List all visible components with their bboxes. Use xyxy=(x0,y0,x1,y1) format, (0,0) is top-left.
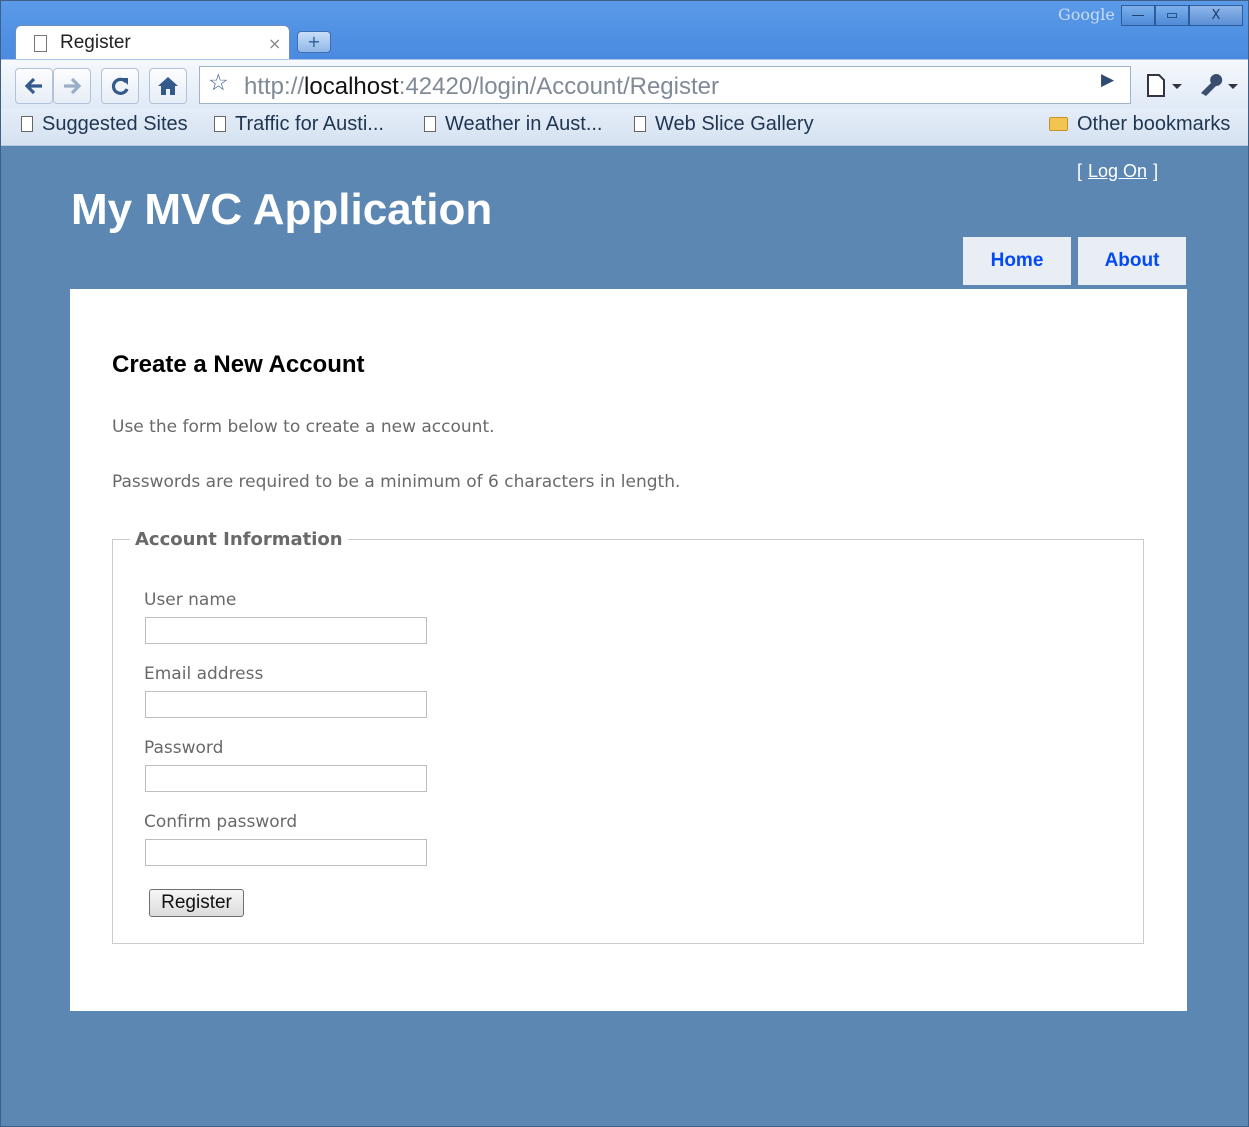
main-content: Create a New Account Use the form below … xyxy=(70,289,1187,1011)
url-path: :42420/login/Account/Register xyxy=(398,73,719,100)
browser-toolbar: ☆ http://localhost:42420/login/Account/R… xyxy=(1,59,1248,110)
tab-title: Register xyxy=(60,32,131,53)
password-rule-text: Passwords are required to be a minimum o… xyxy=(112,472,681,492)
bookmarks-bar: Suggested Sites Traffic for Austi... Wea… xyxy=(1,109,1248,146)
bracket-open: [ xyxy=(1077,161,1083,181)
bookmark-traffic[interactable]: Traffic for Austi... xyxy=(214,113,384,136)
username-input[interactable] xyxy=(145,617,427,644)
star-icon[interactable]: ☆ xyxy=(208,70,229,96)
url-text: http://localhost:42420/login/Account/Reg… xyxy=(244,73,719,101)
site-title: My MVC Application xyxy=(71,185,493,234)
password-label: Password xyxy=(144,738,224,758)
go-icon[interactable]: ▶ xyxy=(1101,70,1114,90)
page-icon xyxy=(21,116,33,132)
nav-home[interactable]: Home xyxy=(963,237,1071,285)
bookmark-label: Other bookmarks xyxy=(1077,113,1231,135)
url-host: localhost xyxy=(304,73,399,100)
log-on-link[interactable]: Log On xyxy=(1088,161,1147,181)
close-window-button[interactable]: X xyxy=(1189,5,1243,26)
url-scheme: http:// xyxy=(244,73,305,100)
page-icon xyxy=(214,116,226,132)
nav-about[interactable]: About xyxy=(1078,237,1186,285)
bookmark-label: Suggested Sites xyxy=(42,113,188,135)
bracket-close: ] xyxy=(1153,161,1159,181)
reload-icon[interactable] xyxy=(101,68,139,104)
page-icon xyxy=(34,35,47,52)
address-bar[interactable]: ☆ http://localhost:42420/login/Account/R… xyxy=(199,66,1131,104)
page-icon xyxy=(424,116,436,132)
page-icon xyxy=(634,116,646,132)
bookmark-label: Weather in Aust... xyxy=(445,113,603,135)
bookmark-weather[interactable]: Weather in Aust... xyxy=(424,113,603,136)
google-brand: Google xyxy=(1058,5,1115,24)
page-heading: Create a New Account xyxy=(112,351,365,378)
bookmark-label: Traffic for Austi... xyxy=(235,113,384,135)
account-info-fieldset: Account Information User name Email addr… xyxy=(112,529,1144,944)
other-bookmarks[interactable]: Other bookmarks xyxy=(1049,113,1230,136)
wrench-icon[interactable] xyxy=(1197,73,1241,103)
restore-button[interactable]: ▭ xyxy=(1155,5,1189,26)
bookmark-suggested-sites[interactable]: Suggested Sites xyxy=(21,113,188,136)
bookmark-web-slice-gallery[interactable]: Web Slice Gallery xyxy=(634,113,814,136)
intro-text: Use the form below to create a new accou… xyxy=(112,417,495,437)
browser-window: Google — ▭ X Register × + ☆ http://local… xyxy=(0,0,1249,1127)
login-display: [Log On] xyxy=(1077,161,1158,182)
home-icon[interactable] xyxy=(149,68,187,104)
tab-register[interactable]: Register × xyxy=(15,25,290,61)
confirm-password-label: Confirm password xyxy=(144,812,298,832)
email-label: Email address xyxy=(144,664,264,684)
page-menu-icon[interactable] xyxy=(1145,73,1185,103)
new-tab-button[interactable]: + xyxy=(297,31,331,53)
forward-icon[interactable] xyxy=(53,68,91,104)
title-bar: Google — ▭ X Register × + xyxy=(1,1,1248,61)
tab-close-icon[interactable]: × xyxy=(268,34,281,53)
confirm-password-input[interactable] xyxy=(145,839,427,866)
bookmark-label: Web Slice Gallery xyxy=(655,113,814,135)
register-button[interactable]: Register xyxy=(149,889,244,917)
email-input[interactable] xyxy=(145,691,427,718)
minimize-button[interactable]: — xyxy=(1121,5,1155,26)
fieldset-legend: Account Information xyxy=(135,529,343,550)
password-input[interactable] xyxy=(145,765,427,792)
folder-icon xyxy=(1049,117,1068,131)
username-label: User name xyxy=(144,590,237,610)
back-icon[interactable] xyxy=(15,68,53,104)
